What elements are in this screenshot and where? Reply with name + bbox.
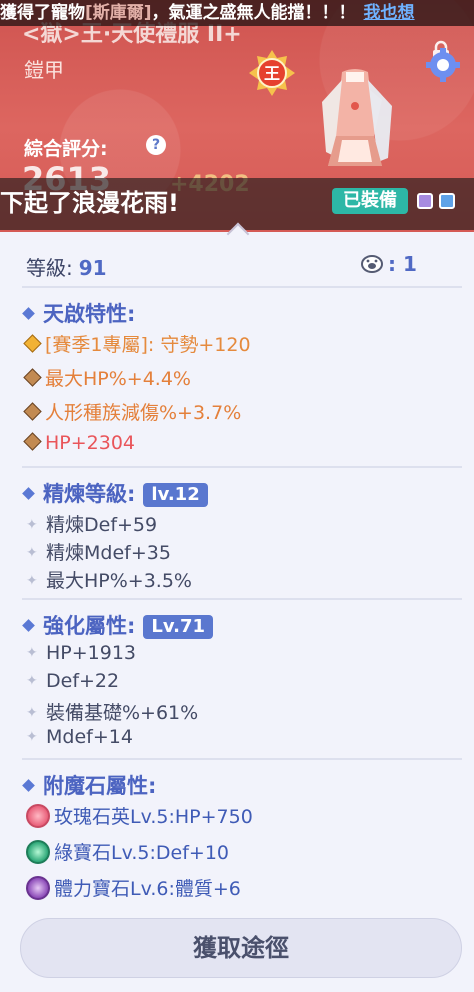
emerald-gem-icon (26, 839, 50, 864)
obtain-route-button[interactable]: 獲取途徑 (20, 918, 462, 978)
trait-line: 最大HP%+4.4% (23, 364, 191, 391)
item-type: 鎧甲 (24, 58, 64, 82)
trait-line: [賽季1專屬]: 守勢+120 (23, 330, 251, 357)
sparkle-icon: ✦ (26, 672, 38, 689)
sparkle-icon: ✦ (26, 572, 38, 589)
ticker-suffix: ，氣運之盛無人能擋！！！ (151, 3, 356, 23)
divider (22, 598, 462, 600)
ticker-text: 獲得了寵物 (0, 3, 85, 23)
refine-line: ✦ 精煉Def+59 (26, 514, 158, 536)
sparkle-icon: ✦ (26, 644, 38, 661)
ticker-highlight: [斯庫爾] (85, 3, 152, 23)
section-title-traits: 天啟特性: (22, 298, 135, 328)
gear-icon[interactable] (426, 48, 460, 82)
enhance-level-badge: Lv.71 (143, 615, 214, 639)
divider (22, 286, 462, 288)
divider (22, 758, 462, 760)
enchant-line: 綠寶石Lv.5:Def+10 (26, 838, 229, 866)
score-label: 綜合評分: (24, 138, 108, 160)
king-rank-icon: 王 (249, 50, 295, 96)
level-value: 91 (78, 256, 107, 280)
trait-line: HP+2304 (23, 432, 135, 454)
armor-dress-image (322, 69, 392, 166)
season-diamond-icon (23, 334, 42, 353)
enhance-line: ✦ 裝備基礎%+61% (26, 702, 199, 724)
refine-line: ✦ 最大HP%+3.5% (26, 570, 192, 592)
refine-line: ✦ 精煉Mdef+35 (26, 542, 171, 564)
enhance-line: ✦ Mdef+14 (26, 726, 133, 748)
section-title-enchant: 附魔石屬性: (22, 770, 156, 800)
level-label: 等級: (26, 256, 73, 280)
equipped-badge: 已裝備 (332, 188, 408, 214)
help-icon[interactable]: ? (146, 135, 166, 155)
level-row: 等級: 91 (26, 252, 107, 281)
bronze-diamond-icon (23, 402, 42, 421)
ticker-link[interactable]: 我也想 (364, 3, 415, 23)
svg-text:王: 王 (264, 64, 280, 83)
pig-icon (361, 255, 383, 273)
bronze-diamond-icon (23, 432, 42, 451)
stamina-gem-icon (26, 875, 50, 900)
section-title-refine: 精煉等級: lv.12 (22, 478, 208, 508)
pig-count: : 1 (388, 252, 417, 276)
enchant-line: 玫瑰石英Lv.5:HP+750 (26, 802, 253, 830)
section-title-enhance: 強化屬性: Lv.71 (22, 610, 214, 640)
sparkle-icon: ✦ (26, 704, 38, 721)
enhance-line: ✦ HP+1913 (26, 642, 137, 664)
gem-slot-purple (417, 193, 433, 209)
rose-quartz-gem-icon (26, 803, 50, 828)
sparkle-icon: ✦ (26, 728, 38, 745)
sparkle-icon: ✦ (26, 544, 38, 561)
enhance-line: ✦ Def+22 (26, 670, 120, 692)
divider (22, 466, 462, 468)
item-header: <獄>王·天使禮服 II+ 鎧甲 王 綜合評分: ? 2613 +4202 下起… (0, 0, 474, 232)
enchant-line: 體力寶石Lv.6:體質+6 (26, 874, 241, 902)
refine-level-badge: lv.12 (143, 483, 208, 507)
bronze-diamond-icon (23, 368, 42, 387)
gem-slot-blue (439, 193, 455, 209)
system-ticker: 獲得了寵物[斯庫爾]，氣運之盛無人能擋！！！ 我也想 (0, 0, 474, 26)
trait-line: 人形種族減傷%+3.7% (23, 398, 241, 425)
sparkle-icon: ✦ (26, 516, 38, 533)
